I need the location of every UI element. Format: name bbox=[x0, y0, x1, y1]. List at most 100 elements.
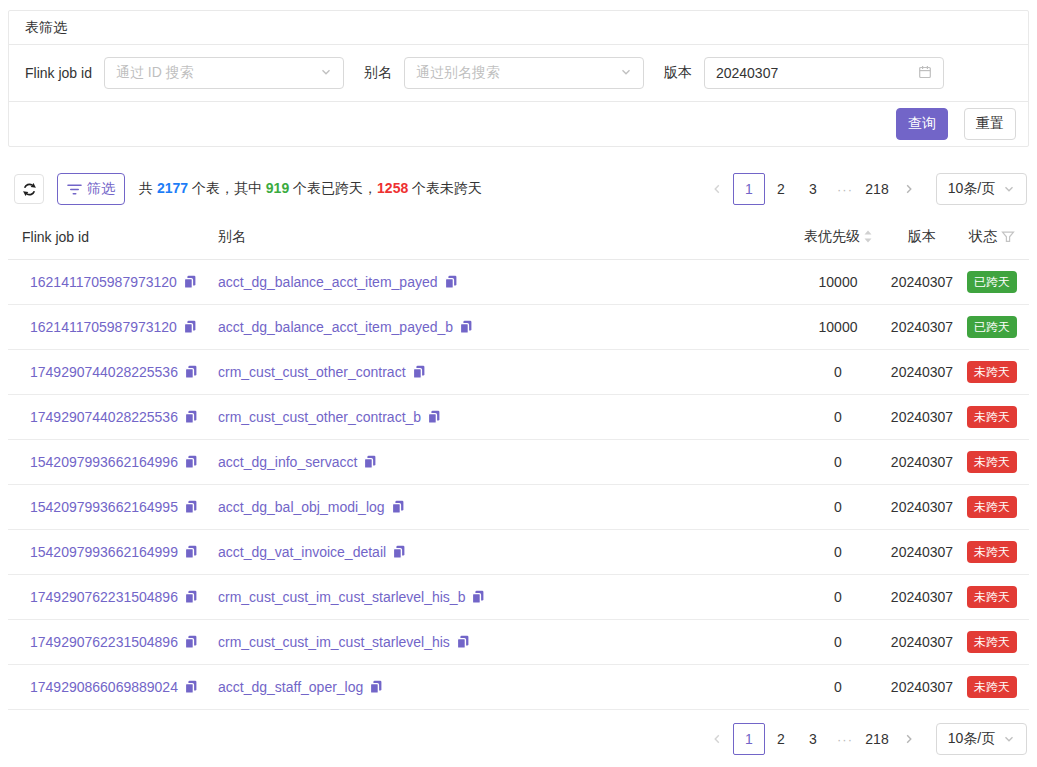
pagination-page-1[interactable]: 1 bbox=[733, 723, 765, 755]
copy-icon[interactable] bbox=[183, 320, 197, 334]
summary-suffix: 个表未跨天 bbox=[408, 180, 482, 196]
alias-link[interactable]: acct_dg_balance_acct_item_payed_b bbox=[218, 319, 453, 335]
page-size-value: 10条/页 bbox=[948, 180, 995, 198]
copy-icon[interactable] bbox=[184, 365, 198, 379]
copy-icon[interactable] bbox=[427, 410, 441, 424]
reset-button[interactable]: 重置 bbox=[964, 108, 1016, 140]
alias-link[interactable]: crm_cust_cust_other_contract bbox=[218, 364, 406, 380]
cell-flink-job-id: 1542097993662164999 bbox=[8, 544, 218, 560]
filter-actions-row: 查询 重置 bbox=[9, 102, 1028, 146]
copy-icon[interactable] bbox=[412, 365, 426, 379]
cell-alias: acct_dg_balance_acct_item_payed bbox=[218, 274, 787, 290]
cell-priority: 0 bbox=[787, 589, 889, 605]
summary-uncrossed: 1258 bbox=[377, 180, 408, 196]
status-badge: 未跨天 bbox=[967, 496, 1017, 518]
flink-job-id-link[interactable]: 1749290762231504896 bbox=[30, 634, 178, 650]
cell-priority: 0 bbox=[787, 409, 889, 425]
copy-icon[interactable] bbox=[184, 455, 198, 469]
copy-icon[interactable] bbox=[183, 275, 197, 289]
alias-link[interactable]: acct_dg_vat_invoice_detail bbox=[218, 544, 386, 560]
status-badge: 未跨天 bbox=[967, 541, 1017, 563]
status-badge: 未跨天 bbox=[967, 631, 1017, 653]
copy-icon[interactable] bbox=[369, 680, 383, 694]
chevron-left-icon bbox=[711, 183, 723, 195]
copy-icon[interactable] bbox=[391, 500, 405, 514]
pagination-page-3[interactable]: 3 bbox=[797, 173, 829, 205]
pagination-next-button[interactable] bbox=[893, 723, 925, 755]
status-badge: 已跨天 bbox=[967, 271, 1017, 293]
alias-link[interactable]: acct_dg_info_servacct bbox=[218, 454, 357, 470]
alias-placeholder: 通过别名搜索 bbox=[416, 64, 620, 82]
table-row: 1749290762231504896 crm_cust_cust_im_cust… bbox=[8, 620, 1029, 665]
copy-icon[interactable] bbox=[184, 545, 198, 559]
flink-job-id-link[interactable]: 1621411705987973120 bbox=[30, 274, 177, 290]
flink-job-id-link[interactable]: 1749290744028225536 bbox=[30, 409, 178, 425]
copy-icon[interactable] bbox=[363, 455, 377, 469]
flink-job-id-placeholder: 通过 ID 搜索 bbox=[116, 64, 320, 82]
copy-icon[interactable] bbox=[392, 545, 406, 559]
cell-priority: 10000 bbox=[787, 319, 889, 335]
flink-job-id-link[interactable]: 1542097993662164996 bbox=[30, 454, 178, 470]
pagination-page-2[interactable]: 2 bbox=[765, 723, 797, 755]
page-size-value: 10条/页 bbox=[948, 730, 995, 748]
pagination-prev-button[interactable] bbox=[701, 173, 733, 205]
copy-icon[interactable] bbox=[184, 500, 198, 514]
cell-alias: crm_cust_cust_other_contract bbox=[218, 364, 787, 380]
pagination-page-218[interactable]: 218 bbox=[861, 173, 893, 205]
version-date-input[interactable]: 20240307 bbox=[704, 57, 944, 89]
cell-alias: acct_dg_info_servacct bbox=[218, 454, 787, 470]
chevron-right-icon bbox=[903, 733, 915, 745]
pagination-page-3[interactable]: 3 bbox=[797, 723, 829, 755]
alias-link[interactable]: acct_dg_balance_acct_item_payed bbox=[218, 274, 438, 290]
copy-icon[interactable] bbox=[184, 410, 198, 424]
cell-status: 未跨天 bbox=[955, 676, 1029, 698]
cell-priority: 0 bbox=[787, 499, 889, 515]
flink-job-id-link[interactable]: 1542097993662164999 bbox=[30, 544, 178, 560]
page-size-select[interactable]: 10条/页 bbox=[936, 723, 1027, 755]
alias-link[interactable]: crm_cust_cust_other_contract_b bbox=[218, 409, 421, 425]
table-row: 1621411705987973120 acct_dg_balance_acct_… bbox=[8, 260, 1029, 305]
pagination-page-2[interactable]: 2 bbox=[765, 173, 797, 205]
cell-version: 20240307 bbox=[889, 274, 955, 290]
flink-job-id-link[interactable]: 1749290762231504896 bbox=[30, 589, 178, 605]
cell-alias: acct_dg_staff_oper_log bbox=[218, 679, 787, 695]
flink-job-id-link[interactable]: 1749290866069889024 bbox=[30, 679, 178, 695]
alias-select[interactable]: 通过别名搜索 bbox=[404, 57, 644, 89]
funnel-icon[interactable] bbox=[1001, 230, 1015, 244]
alias-link[interactable]: crm_cust_cust_im_cust_starlevel_his_b bbox=[218, 589, 465, 605]
flink-job-id-select[interactable]: 通过 ID 搜索 bbox=[104, 57, 344, 89]
pagination-page-1[interactable]: 1 bbox=[733, 173, 765, 205]
copy-icon[interactable] bbox=[184, 635, 198, 649]
alias-link[interactable]: crm_cust_cust_im_cust_starlevel_his bbox=[218, 634, 450, 650]
query-button[interactable]: 查询 bbox=[896, 108, 948, 140]
pagination-next-button[interactable] bbox=[893, 173, 925, 205]
filter-button[interactable]: 筛选 bbox=[57, 173, 125, 205]
chevron-down-icon bbox=[320, 65, 332, 81]
pagination-page-218[interactable]: 218 bbox=[861, 723, 893, 755]
page-size-select[interactable]: 10条/页 bbox=[936, 173, 1027, 205]
refresh-button[interactable] bbox=[14, 174, 44, 204]
status-badge: 未跨天 bbox=[967, 676, 1017, 698]
copy-icon[interactable] bbox=[184, 680, 198, 694]
copy-icon[interactable] bbox=[456, 635, 470, 649]
cell-status: 未跨天 bbox=[955, 496, 1029, 518]
pagination-prev-button[interactable] bbox=[701, 723, 733, 755]
alias-link[interactable]: acct_dg_bal_obj_modi_log bbox=[218, 499, 385, 515]
copy-icon[interactable] bbox=[184, 590, 198, 604]
flink-job-id-link[interactable]: 1621411705987973120 bbox=[30, 319, 177, 335]
summary-mid1: 个表，其中 bbox=[188, 180, 266, 196]
table-row: 1749290744028225536 crm_cust_cust_other_c… bbox=[8, 395, 1029, 440]
sort-carets-icon[interactable] bbox=[864, 230, 872, 243]
alias-link[interactable]: acct_dg_staff_oper_log bbox=[218, 679, 363, 695]
cell-flink-job-id: 1749290762231504896 bbox=[8, 589, 218, 605]
flink-job-id-link[interactable]: 1542097993662164995 bbox=[30, 499, 178, 515]
copy-icon[interactable] bbox=[444, 275, 458, 289]
flink-job-id-link[interactable]: 1749290744028225536 bbox=[30, 364, 178, 380]
cell-priority: 10000 bbox=[787, 274, 889, 290]
toolbar: 筛选 共 2177 个表，其中 919 个表已跨天，1258 个表未跨天 123… bbox=[8, 172, 1029, 206]
copy-icon[interactable] bbox=[459, 320, 473, 334]
copy-icon[interactable] bbox=[471, 590, 485, 604]
field-alias: 别名 通过别名搜索 bbox=[364, 57, 644, 89]
column-header-version: 版本 bbox=[889, 228, 955, 246]
summary-prefix: 共 bbox=[139, 180, 157, 196]
